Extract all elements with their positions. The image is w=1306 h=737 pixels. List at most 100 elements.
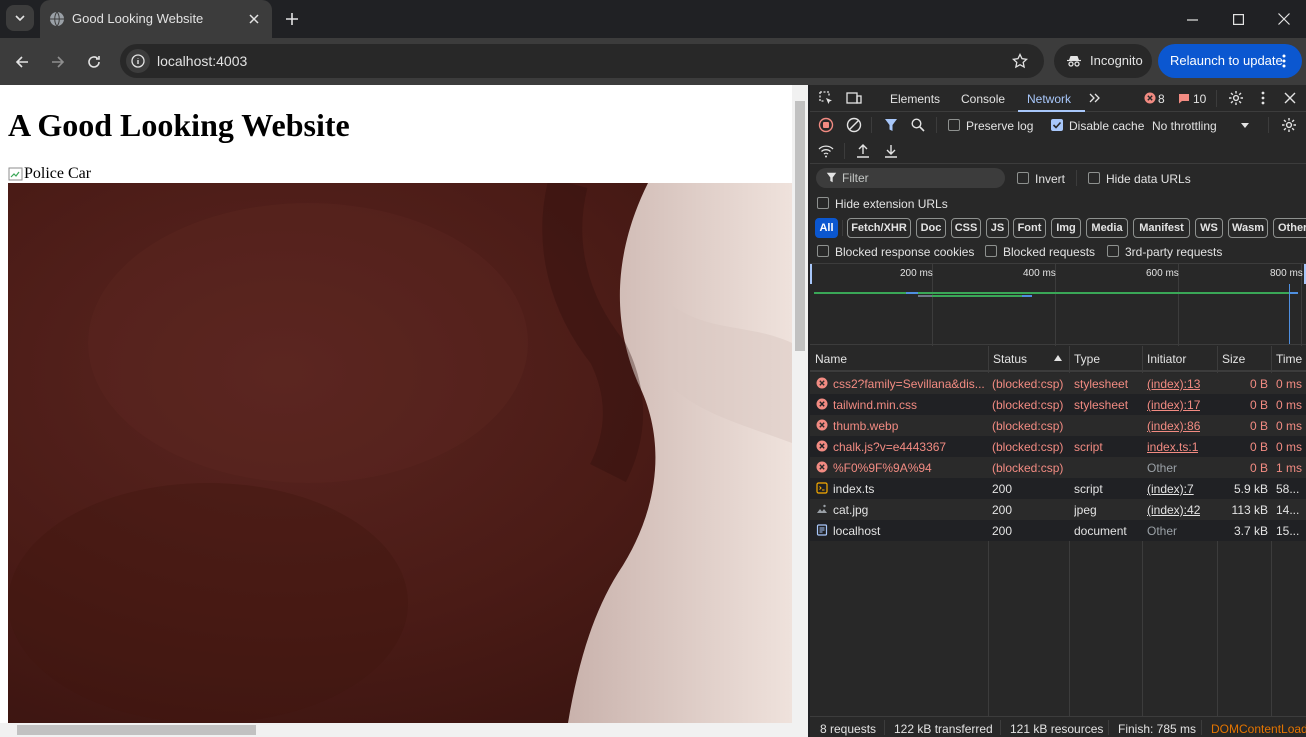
maximize-button[interactable] — [1215, 0, 1261, 38]
column-header-time[interactable]: Time — [1271, 346, 1306, 371]
devtools-menu-button[interactable] — [1258, 90, 1268, 106]
request-initiator[interactable]: (index):13 — [1147, 377, 1200, 391]
close-devtools-button[interactable] — [1283, 91, 1297, 105]
scrollbar-thumb[interactable] — [17, 725, 256, 735]
invert-checkbox[interactable] — [1017, 172, 1029, 184]
type-filter-js[interactable]: JS — [986, 218, 1009, 238]
type-filter-all[interactable]: All — [815, 218, 838, 238]
network-overview-timeline[interactable]: 200 ms 400 ms 600 ms 800 ms — [810, 263, 1306, 346]
column-header-size[interactable]: Size — [1217, 346, 1271, 371]
table-row[interactable]: index.ts 200 script (index):7 5.9 kB 58.… — [810, 478, 1306, 499]
table-row[interactable]: chalk.js?v=e4443367 (blocked:csp) script… — [810, 436, 1306, 457]
blocked-requests-checkbox[interactable] — [985, 245, 997, 257]
type-filter-manifest[interactable]: Manifest — [1133, 218, 1190, 238]
type-filter-media[interactable]: Media — [1086, 218, 1128, 238]
settings-button[interactable] — [1228, 90, 1244, 106]
timeline-bar — [906, 292, 918, 294]
gear-icon — [1229, 91, 1243, 105]
error-count[interactable]: 8 — [1158, 92, 1165, 106]
record-button[interactable] — [818, 117, 834, 133]
minimize-button[interactable] — [1169, 0, 1215, 38]
more-tabs-button[interactable] — [1088, 90, 1102, 106]
request-initiator[interactable]: (index):86 — [1147, 419, 1200, 433]
third-party-checkbox[interactable] — [1107, 245, 1119, 257]
site-info-button[interactable] — [126, 49, 150, 73]
type-filter-css[interactable]: CSS — [951, 218, 981, 238]
filter-icon — [885, 119, 897, 131]
blocked-cookies-checkbox[interactable] — [817, 245, 829, 257]
filter-input[interactable]: Filter — [816, 168, 1005, 188]
preserve-log-checkbox[interactable] — [948, 119, 960, 131]
tab-console[interactable]: Console — [961, 92, 1005, 106]
throttling-select[interactable]: No throttling — [1152, 119, 1217, 133]
reload-button[interactable] — [83, 51, 105, 73]
table-row[interactable]: cat.jpg 200 jpeg (index):42 113 kB 14... — [810, 499, 1306, 520]
table-row[interactable]: tailwind.min.css (blocked:csp) styleshee… — [810, 394, 1306, 415]
divider — [936, 117, 937, 133]
issues-icon[interactable] — [1178, 93, 1190, 104]
type-filter-img[interactable]: Img — [1051, 218, 1081, 238]
forward-button[interactable] — [47, 51, 69, 73]
third-party-label: 3rd-party requests — [1125, 245, 1223, 259]
type-filter-wasm[interactable]: Wasm — [1228, 218, 1268, 238]
table-row[interactable]: %F0%9F%9A%94 (blocked:csp) Other 0 B 1 m… — [810, 457, 1306, 478]
request-initiator[interactable]: (index):7 — [1147, 482, 1194, 496]
request-time: 14... — [1276, 503, 1300, 517]
export-har-button[interactable] — [883, 143, 899, 159]
table-row[interactable]: css2?family=Sevillana&dis... (blocked:cs… — [810, 373, 1306, 394]
browser-tab[interactable]: Good Looking Website — [40, 0, 272, 38]
request-time: 0 ms — [1276, 419, 1303, 433]
broken-image-alt: Police Car — [24, 165, 92, 182]
request-initiator[interactable]: (index):42 — [1147, 503, 1200, 517]
device-toolbar-button[interactable] — [846, 90, 862, 106]
import-har-button[interactable] — [855, 143, 871, 159]
column-header-initiator[interactable]: Initiator — [1142, 346, 1217, 371]
type-filter-doc[interactable]: Doc — [916, 218, 946, 238]
throttling-dropdown-arrow[interactable] — [1240, 121, 1250, 129]
incognito-indicator[interactable]: Incognito — [1054, 44, 1152, 78]
column-header-status[interactable]: Status — [988, 346, 1069, 371]
tab-network[interactable]: Network — [1027, 92, 1071, 106]
page-horizontal-scrollbar[interactable] — [0, 723, 792, 737]
new-tab-button[interactable] — [281, 8, 303, 30]
type-filter-font[interactable]: Font — [1013, 218, 1046, 238]
globe-icon — [50, 11, 64, 27]
inspect-element-button[interactable] — [818, 90, 834, 106]
type-filter-ws[interactable]: WS — [1195, 218, 1223, 238]
clear-button[interactable] — [846, 117, 862, 133]
disable-cache-checkbox[interactable] — [1051, 119, 1063, 131]
table-row[interactable]: thumb.webp (blocked:csp) (index):86 0 B … — [810, 415, 1306, 436]
type-filter-other[interactable]: Other — [1273, 218, 1306, 238]
address-bar[interactable]: localhost:4003 — [120, 44, 1044, 78]
network-settings-button[interactable] — [1281, 117, 1297, 133]
issues-count[interactable]: 10 — [1193, 92, 1206, 106]
network-conditions-button[interactable] — [818, 143, 834, 159]
hide-extension-urls-checkbox[interactable] — [817, 197, 829, 209]
request-initiator[interactable]: (index):17 — [1147, 398, 1200, 412]
url-text[interactable]: localhost:4003 — [157, 53, 247, 69]
type-filter-fetch[interactable]: Fetch/XHR — [847, 218, 911, 238]
script-file-icon — [816, 482, 828, 494]
close-window-button[interactable] — [1261, 0, 1306, 38]
incognito-icon — [1067, 56, 1081, 67]
close-tab-button[interactable] — [244, 9, 264, 29]
search-button[interactable] — [910, 117, 926, 133]
hide-data-urls-checkbox[interactable] — [1088, 172, 1100, 184]
page-vertical-scrollbar[interactable] — [792, 85, 808, 737]
table-row[interactable]: localhost 200 document Other 3.7 kB 15..… — [810, 520, 1306, 541]
timeline-handle-left[interactable] — [810, 264, 812, 284]
back-button[interactable] — [11, 51, 33, 73]
filter-toggle-button[interactable] — [883, 117, 899, 133]
relaunch-button[interactable]: Relaunch to update — [1158, 44, 1302, 78]
column-header-type[interactable]: Type — [1069, 346, 1142, 371]
divider — [871, 117, 872, 133]
request-initiator[interactable]: index.ts:1 — [1147, 440, 1198, 454]
tab-elements[interactable]: Elements — [890, 92, 940, 106]
request-status: (blocked:csp) — [992, 461, 1064, 475]
bookmark-button[interactable] — [1010, 51, 1030, 71]
tab-search-button[interactable] — [6, 5, 34, 31]
column-header-name[interactable]: Name — [810, 346, 988, 371]
error-icon[interactable] — [1144, 92, 1156, 104]
request-size: 0 B — [1249, 461, 1268, 475]
scrollbar-thumb[interactable] — [795, 101, 805, 351]
